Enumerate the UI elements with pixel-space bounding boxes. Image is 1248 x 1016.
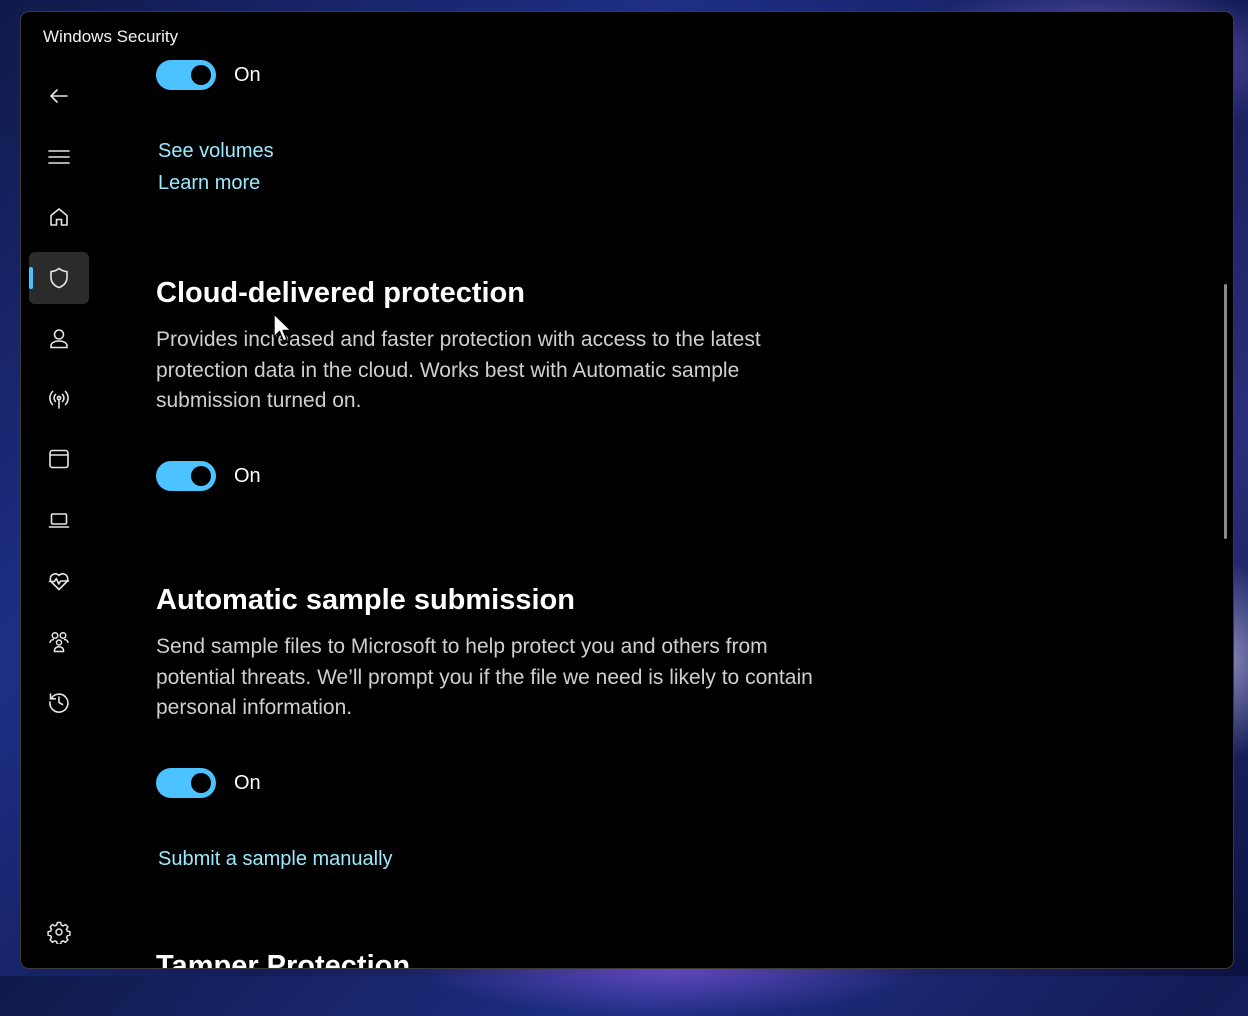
- submit-sample-manually-link[interactable]: Submit a sample manually: [158, 848, 393, 871]
- nav-item-device-performance-health[interactable]: [29, 555, 89, 607]
- vertical-scrollbar[interactable]: [1224, 284, 1227, 539]
- toggle-knob: [191, 65, 211, 85]
- nav-item-device-security[interactable]: [29, 494, 89, 546]
- cloud-protection-toggle[interactable]: On: [156, 461, 261, 491]
- description-line: Provides increased and faster protection…: [156, 328, 761, 351]
- sample-submission-description: Send sample files to Microsoft to help p…: [156, 632, 896, 724]
- navigation-rail: [21, 60, 101, 968]
- nav-item-home[interactable]: [29, 191, 89, 243]
- toggle-state-label: On: [234, 464, 261, 487]
- home-icon: [50, 208, 68, 226]
- cloud-protection-heading: Cloud-delivered protection: [156, 277, 525, 309]
- mouse-pointer-icon: [273, 313, 292, 342]
- toggle-switch[interactable]: [156, 768, 216, 798]
- previous-setting-toggle[interactable]: On: [156, 60, 261, 90]
- heart-pulse-icon: [48, 573, 70, 591]
- laptop-device-icon: [48, 513, 70, 528]
- nav-item-app-browser-control[interactable]: [29, 433, 89, 485]
- selection-indicator: [29, 267, 33, 289]
- learn-more-link[interactable]: Learn more: [158, 172, 260, 195]
- settings-gear-icon: [47, 921, 71, 944]
- nav-item-firewall-network[interactable]: [29, 373, 89, 425]
- app-browser-icon: [49, 449, 69, 469]
- nav-item-family-options[interactable]: [29, 616, 89, 668]
- settings-content: On See volumes Learn more Cloud-delivere…: [156, 12, 1203, 968]
- menu-button[interactable]: [29, 131, 89, 183]
- see-volumes-link[interactable]: See volumes: [158, 140, 274, 163]
- nav-item-settings[interactable]: [29, 906, 89, 958]
- description-line: personal information.: [156, 696, 353, 719]
- description-line: potential threats. We’ll prompt you if t…: [156, 665, 813, 689]
- hamburger-menu-icon: [48, 150, 70, 164]
- toggle-knob: [191, 466, 211, 486]
- family-icon: [49, 631, 69, 653]
- sample-submission-toggle[interactable]: On: [156, 768, 261, 798]
- tamper-protection-heading: Tamper Protection: [156, 950, 411, 969]
- shield-icon: [50, 267, 68, 289]
- network-antenna-icon: [49, 390, 69, 409]
- nav-item-virus-threat-protection[interactable]: [29, 252, 89, 304]
- nav-item-protection-history[interactable]: [29, 676, 89, 728]
- nav-item-account-protection[interactable]: [29, 313, 89, 365]
- toggle-knob: [191, 773, 211, 793]
- description-line: submission turned on.: [156, 389, 362, 412]
- sample-submission-heading: Automatic sample submission: [156, 584, 575, 616]
- toggle-switch[interactable]: [156, 461, 216, 491]
- windows-security-window: Windows Security On See volumes Learn mo…: [20, 11, 1234, 969]
- back-button[interactable]: [29, 70, 89, 122]
- toggle-switch[interactable]: [156, 60, 216, 90]
- description-line: protection data in the cloud. Works best…: [156, 358, 740, 382]
- description-line: Send sample files to Microsoft to help p…: [156, 635, 768, 658]
- toggle-state-label: On: [234, 771, 261, 794]
- history-clock-icon: [49, 693, 69, 713]
- back-arrow-icon: [50, 89, 68, 103]
- toggle-state-label: On: [234, 63, 261, 86]
- cloud-protection-description: Provides increased and faster protection…: [156, 325, 896, 417]
- account-person-icon: [50, 329, 68, 349]
